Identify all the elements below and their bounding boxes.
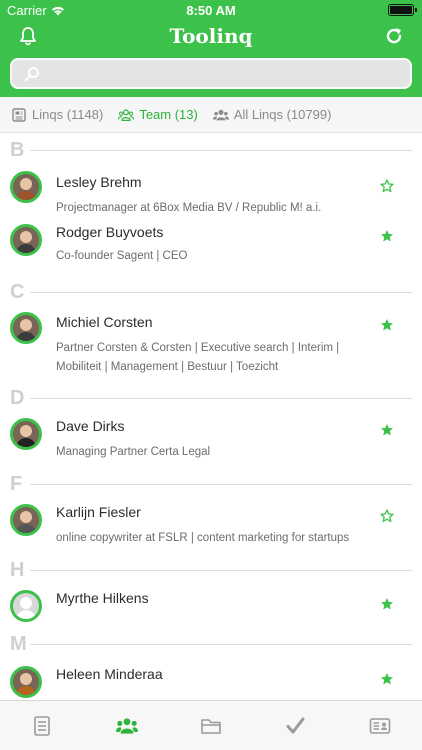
battery-icon xyxy=(388,4,417,16)
tab-linqs-list[interactable] xyxy=(0,701,84,750)
status-time: 8:50 AM xyxy=(186,3,236,18)
star-filled-icon[interactable] xyxy=(380,597,394,611)
contact-subtitle-line-1: Partner Corsten & Corsten | Executive se… xyxy=(56,342,340,354)
avatar xyxy=(10,666,42,698)
contact-name: Myrthe Hilkens xyxy=(56,590,149,606)
team-icon xyxy=(118,108,135,121)
contact-subtitle-line-2: Mobiliteit | Management | Bestuur | Toez… xyxy=(56,361,279,373)
divider xyxy=(30,398,412,399)
folder-icon xyxy=(201,718,221,734)
contact-row-karlijn-fiesler[interactable]: Karlijn Fiesler online copywriter at FSL… xyxy=(0,490,422,554)
section-header-d: D xyxy=(0,382,422,409)
tab-team-bottom[interactable] xyxy=(84,701,168,750)
divider xyxy=(30,150,412,151)
contact-row-myrthe-hilkens[interactable]: Myrthe Hilkens xyxy=(0,576,422,628)
contact-name: Rodger Buyvoets xyxy=(56,224,164,240)
contact-name: Karlijn Fiesler xyxy=(56,504,141,520)
section-header-b: B xyxy=(0,134,422,161)
contact-row-rodger-buyvoets[interactable]: Rodger Buyvoets Co-founder Sagent | CEO xyxy=(0,222,422,276)
tab-profile[interactable] xyxy=(338,701,422,750)
contact-row-heleen-minderaa[interactable]: Heleen Minderaa xyxy=(0,650,422,700)
star-outline-icon[interactable] xyxy=(380,509,394,523)
avatar xyxy=(10,504,42,536)
divider xyxy=(30,292,412,293)
section-header-c: C xyxy=(0,276,422,303)
tab-team-label: Team (13) xyxy=(139,107,198,122)
divider xyxy=(30,570,412,571)
star-filled-icon[interactable] xyxy=(380,318,394,332)
bottom-tab-bar xyxy=(0,700,422,750)
avatar xyxy=(10,418,42,450)
contact-card-icon xyxy=(369,717,391,734)
section-header-h: H xyxy=(0,554,422,581)
page-title: Toolinq xyxy=(169,24,253,48)
contact-name: Heleen Minderaa xyxy=(56,666,163,682)
avatar-placeholder xyxy=(10,590,42,622)
contact-subtitle: Co-founder Sagent | CEO xyxy=(56,250,188,262)
linqs-list-icon xyxy=(34,715,51,736)
section-header-f: F xyxy=(0,468,422,495)
status-bar: Carrier 8:50 AM xyxy=(0,0,422,20)
avatar xyxy=(10,224,42,256)
checkmark-icon xyxy=(286,717,305,733)
divider xyxy=(30,484,412,485)
contact-row-lesley-brehm[interactable]: Lesley Brehm Projectmanager at 6Box Medi… xyxy=(0,156,422,222)
navigation-bar: Carrier 8:50 AM Toolinq xyxy=(0,0,422,52)
tab-tasks[interactable] xyxy=(253,701,337,750)
contact-subtitle: online copywriter at FSLR | content mark… xyxy=(56,532,350,544)
star-outline-icon[interactable] xyxy=(380,179,394,193)
contact-name: Michiel Corsten xyxy=(56,314,153,330)
contact-name: Dave Dirks xyxy=(56,418,125,434)
avatar xyxy=(10,171,42,203)
star-filled-icon[interactable] xyxy=(380,229,394,243)
tab-all-linqs-label: All Linqs (10799) xyxy=(233,107,332,122)
search-input[interactable] xyxy=(10,58,412,89)
contact-name: Lesley Brehm xyxy=(56,174,142,190)
contact-subtitle: Projectmanager at 6Box Media BV / Republ… xyxy=(56,202,322,214)
tab-linqs-label: Linqs (1148) xyxy=(32,107,104,122)
search-icon xyxy=(25,67,39,81)
contact-row-dave-dirks[interactable]: Dave Dirks Managing Partner Certa Legal xyxy=(0,404,422,468)
avatar xyxy=(10,312,42,344)
tab-team[interactable]: Team (13) xyxy=(118,107,198,122)
contact-subtitle: Managing Partner Certa Legal xyxy=(56,446,211,458)
search-bar xyxy=(0,52,422,97)
tab-folders[interactable] xyxy=(169,701,253,750)
filter-tabs: Linqs (1148) Team (13) All Linqs (10799) xyxy=(0,97,422,133)
divider xyxy=(30,644,412,645)
tab-linqs[interactable]: Linqs (1148) xyxy=(11,107,103,122)
tab-all-linqs[interactable]: All Linqs (10799) xyxy=(212,107,332,122)
star-filled-icon[interactable] xyxy=(380,423,394,437)
linqs-icon xyxy=(12,107,26,122)
star-filled-icon[interactable] xyxy=(380,672,394,686)
refresh-icon[interactable] xyxy=(384,26,404,46)
section-header-m: M xyxy=(0,628,422,655)
team-icon xyxy=(115,717,138,734)
contact-list: B Lesley Brehm Projectmanager at 6Box Me… xyxy=(0,134,422,700)
all-linqs-icon xyxy=(212,109,229,120)
contact-row-michiel-corsten[interactable]: Michiel Corsten Partner Corsten & Corste… xyxy=(0,298,422,382)
